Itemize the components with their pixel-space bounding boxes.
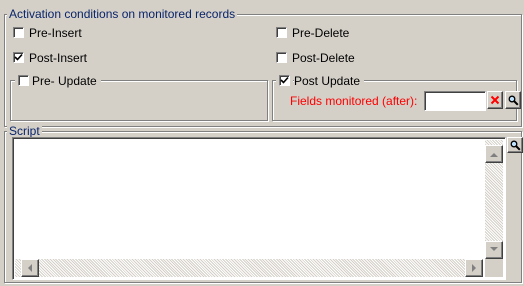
post-insert-checkbox[interactable]	[13, 52, 24, 63]
scrollbar-corner	[485, 259, 503, 277]
pre-update-label[interactable]: Pre- Update	[32, 74, 101, 88]
post-delete-label[interactable]: Post-Delete	[292, 51, 355, 65]
checkmark-icon	[14, 53, 23, 61]
red-x-icon	[490, 95, 500, 105]
pre-update-checkbox[interactable]	[18, 75, 29, 86]
activation-groupbox-title: Activation conditions on monitored recor…	[7, 7, 238, 21]
post-update-label[interactable]: Post Update	[294, 74, 365, 88]
arrow-down-icon	[490, 247, 498, 251]
fields-monitored-label: Fields monitored (after):	[290, 94, 418, 108]
arrow-right-icon	[472, 264, 476, 272]
scroll-down-button[interactable]	[485, 241, 503, 259]
script-editor[interactable]	[12, 137, 506, 280]
arrow-up-icon	[490, 153, 498, 157]
script-text[interactable]	[15, 140, 483, 259]
horizontal-scrollbar[interactable]	[15, 259, 483, 277]
pre-insert-checkbox[interactable]	[13, 27, 24, 38]
search-fields-button[interactable]	[505, 91, 521, 109]
arrow-left-icon	[28, 264, 32, 272]
clear-fields-button[interactable]	[487, 91, 503, 109]
script-search-button[interactable]	[507, 137, 523, 153]
checkmark-icon	[280, 76, 289, 84]
magnifier-icon	[510, 140, 521, 151]
script-groupbox-title: Script	[7, 124, 42, 138]
pre-insert-label[interactable]: Pre-Insert	[29, 26, 82, 40]
post-delete-checkbox[interactable]	[276, 52, 287, 63]
magnifier-icon	[508, 95, 519, 106]
scroll-left-button[interactable]	[21, 259, 39, 277]
post-update-checkbox[interactable]	[279, 75, 290, 86]
pre-delete-checkbox[interactable]	[276, 27, 287, 38]
post-insert-label[interactable]: Post-Insert	[29, 51, 87, 65]
scroll-up-button[interactable]	[485, 145, 503, 163]
pre-delete-label[interactable]: Pre-Delete	[292, 26, 349, 40]
fields-monitored-input[interactable]	[424, 91, 486, 111]
scroll-right-button[interactable]	[465, 259, 483, 277]
